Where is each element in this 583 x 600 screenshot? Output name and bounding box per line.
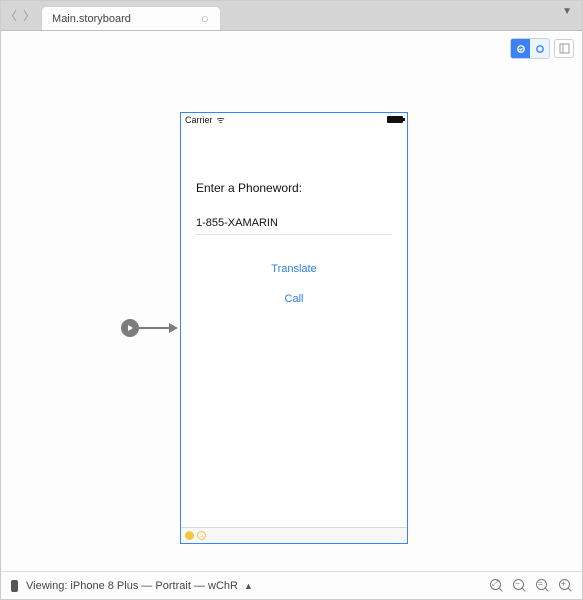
nav-back-icon[interactable]: 〈 xyxy=(5,7,17,24)
entry-circle-icon xyxy=(121,319,139,337)
trait-disclosure-icon[interactable]: ▲ xyxy=(244,581,253,591)
history-nav: 〈 〉 xyxy=(5,7,41,30)
device-icon xyxy=(11,580,18,592)
zoom-actual-icon[interactable]: = xyxy=(536,579,549,592)
tab-close-icon[interactable]: ○ xyxy=(201,11,209,26)
scene-dock: → xyxy=(181,527,407,543)
tab-title: Main.storyboard xyxy=(52,13,131,25)
zoom-in-icon[interactable]: + xyxy=(559,579,572,592)
carrier-label: Carrier xyxy=(185,115,213,125)
trait-bar: Viewing: iPhone 8 Plus — Portrait — wChR… xyxy=(1,571,582,599)
constraint-mode-a-icon[interactable] xyxy=(511,39,530,58)
view-controller-icon[interactable] xyxy=(185,531,194,540)
phoneword-label: Enter a Phoneword: xyxy=(196,181,392,195)
entry-arrowhead-icon xyxy=(169,323,178,333)
call-button[interactable]: Call xyxy=(196,293,392,305)
constraint-mode-toggle[interactable] xyxy=(510,38,550,59)
translate-button[interactable]: Translate xyxy=(196,263,392,275)
outline-toggle-icon[interactable] xyxy=(554,39,574,58)
tab-bar: 〈 〉 Main.storyboard ○ ▼ xyxy=(1,1,582,31)
tab-main-storyboard[interactable]: Main.storyboard ○ xyxy=(41,6,221,30)
zoom-out-icon[interactable]: − xyxy=(513,579,526,592)
tab-overflow-icon[interactable]: ▼ xyxy=(562,6,582,25)
wifi-icon: ᯤ xyxy=(217,113,225,126)
initial-view-controller-arrow[interactable] xyxy=(121,319,178,337)
storyboard-canvas[interactable]: Carrier ᯤ Enter a Phoneword: Translate C… xyxy=(1,31,582,571)
zoom-to-fit-icon[interactable]: ⤢ xyxy=(490,579,503,592)
nav-forward-icon[interactable]: 〉 xyxy=(23,7,35,24)
phoneword-textfield[interactable] xyxy=(196,215,392,235)
device-view: Enter a Phoneword: Translate Call xyxy=(181,126,407,305)
device-status-bar: Carrier ᯤ xyxy=(181,113,407,126)
entry-line xyxy=(139,327,169,329)
constraint-mode-b-icon[interactable] xyxy=(530,39,549,58)
battery-icon xyxy=(387,116,403,123)
viewing-label[interactable]: Viewing: iPhone 8 Plus — Portrait — wChR xyxy=(26,580,238,592)
view-controller-scene[interactable]: Carrier ᯤ Enter a Phoneword: Translate C… xyxy=(180,112,408,544)
zoom-controls: ⤢ − = + xyxy=(490,579,572,592)
first-responder-icon[interactable]: → xyxy=(197,531,206,540)
canvas-toolbar xyxy=(510,38,574,59)
